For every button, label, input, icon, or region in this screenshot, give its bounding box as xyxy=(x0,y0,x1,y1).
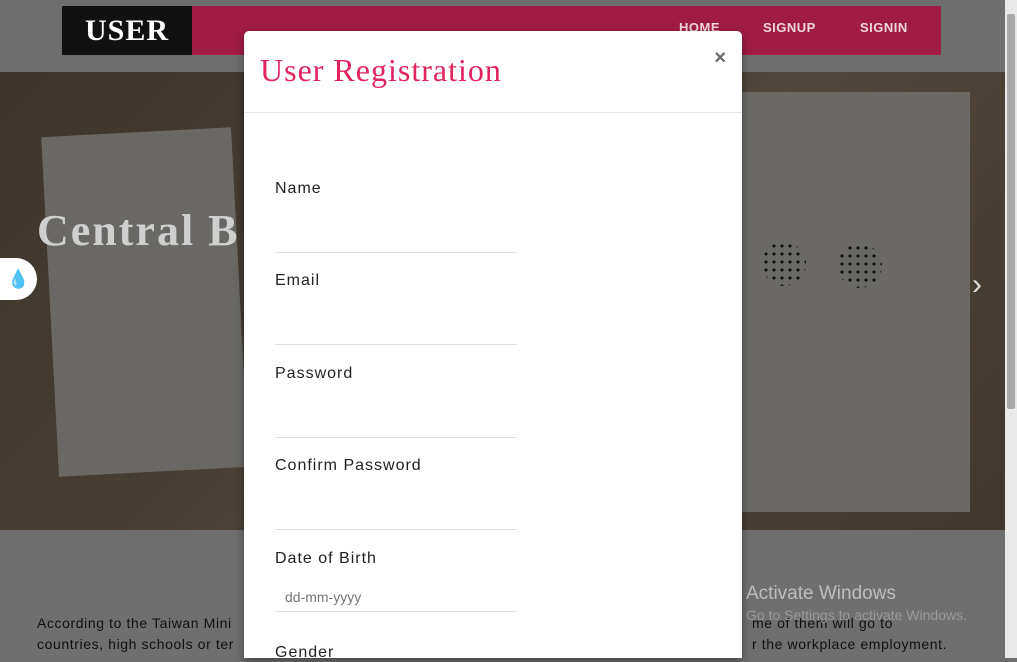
chevron-right-icon: › xyxy=(972,268,982,301)
email-label: Email xyxy=(275,272,321,289)
scrollbar-thumb[interactable] xyxy=(1007,14,1015,409)
registration-modal: User Registration × Name Email Password … xyxy=(244,31,742,661)
dob-input[interactable] xyxy=(275,582,517,612)
hero-image-paper xyxy=(41,127,249,477)
gender-field: Gender xyxy=(275,644,517,662)
confirm-password-label: Confirm Password xyxy=(275,457,422,474)
water-drop-icon: 💧 xyxy=(7,268,30,289)
confirm-password-input[interactable] xyxy=(275,499,517,530)
dob-field: Date of Birth xyxy=(275,550,517,612)
modal-header: User Registration × xyxy=(244,31,742,113)
modal-title: User Registration xyxy=(260,52,502,88)
hero-image-dots xyxy=(838,244,882,288)
name-label: Name xyxy=(275,180,322,197)
activate-windows-subtitle: Go to Settings to activate Windows. xyxy=(746,607,967,623)
email-field: Email xyxy=(275,272,517,345)
nav-signup-link[interactable]: SIGNUP xyxy=(763,20,816,35)
brand-logo[interactable]: USER xyxy=(62,6,192,55)
hero-image-dots xyxy=(762,242,806,286)
activate-windows-title: Activate Windows xyxy=(746,583,896,604)
confirm-password-field: Confirm Password xyxy=(275,457,517,530)
content-paragraph-right: r the workplace employment. xyxy=(752,636,948,652)
password-field: Password xyxy=(275,365,517,438)
name-input[interactable] xyxy=(275,222,517,253)
email-input[interactable] xyxy=(275,314,517,345)
hero-title: Central B xyxy=(37,206,240,255)
close-icon[interactable]: × xyxy=(714,47,726,70)
gender-label: Gender xyxy=(275,644,335,661)
carousel-next-button[interactable]: › xyxy=(972,268,982,302)
nav-signin-link[interactable]: SIGNIN xyxy=(860,20,908,35)
hero-image-book xyxy=(740,92,970,512)
password-label: Password xyxy=(275,365,354,382)
dob-label: Date of Birth xyxy=(275,550,377,567)
name-field: Name xyxy=(275,180,517,253)
password-input[interactable] xyxy=(275,407,517,438)
